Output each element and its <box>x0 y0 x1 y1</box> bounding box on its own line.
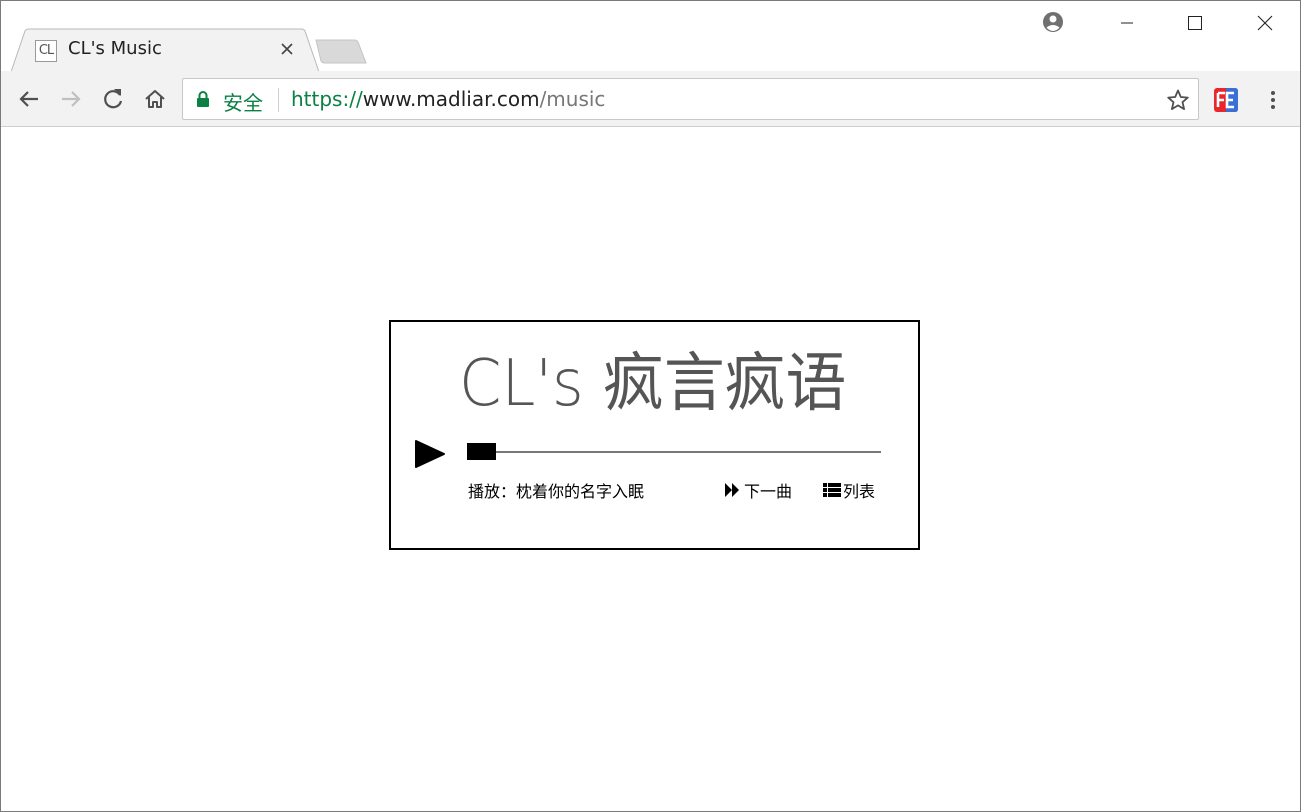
next-track-label: 下一曲 <box>744 482 793 501</box>
window-maximize-button[interactable] <box>1161 1 1229 45</box>
url-path: /music <box>539 87 606 111</box>
secure-label[interactable]: 安全 <box>223 87 263 116</box>
tab-favicon: CL <box>35 40 57 62</box>
new-tab-button[interactable] <box>313 39 369 65</box>
maximize-icon <box>1188 16 1202 30</box>
omnibox-separator <box>278 88 279 112</box>
music-player: CL's 疯言疯语 播放：枕着你的名字入眠 下一曲 列表 <box>389 320 920 550</box>
browser-toolbar: 安全 https://www.madliar.com/music <box>1 71 1300 127</box>
arrow-right-icon[interactable] <box>57 85 85 113</box>
url-host: www.madliar.com <box>362 87 540 111</box>
window-minimize-button[interactable] <box>1093 1 1161 45</box>
list-icon <box>823 483 841 497</box>
star-icon[interactable] <box>1166 88 1190 112</box>
url-scheme: https:// <box>291 87 363 111</box>
play-icon[interactable] <box>415 439 445 469</box>
player-title: CL's 疯言疯语 <box>459 347 847 421</box>
home-icon[interactable] <box>141 85 169 113</box>
tab-close-button[interactable] <box>277 40 297 60</box>
close-icon <box>281 43 293 55</box>
minimize-icon <box>1121 22 1133 24</box>
window-close-button[interactable] <box>1231 1 1299 45</box>
address-bar[interactable]: 安全 https://www.madliar.com/music <box>182 78 1199 120</box>
page-viewport: CL's 疯言疯语 播放：枕着你的名字入眠 下一曲 列表 <box>1 127 1300 811</box>
tab-cls-music[interactable]: CL CL's Music <box>11 28 321 72</box>
reload-icon[interactable] <box>99 85 127 113</box>
progress-thumb[interactable] <box>467 443 496 460</box>
profile-icon[interactable] <box>1042 11 1064 33</box>
progress-track[interactable] <box>467 451 881 453</box>
close-icon <box>1257 15 1273 31</box>
fe-extension-icon[interactable] <box>1214 88 1238 112</box>
now-playing-text: 播放：枕着你的名字入眠 <box>468 482 645 501</box>
tab-title: CL's Music <box>68 38 162 59</box>
arrow-left-icon[interactable] <box>15 85 43 113</box>
playlist-label: 列表 <box>843 482 876 501</box>
url-text[interactable]: https://www.madliar.com/music <box>291 87 605 111</box>
fast-forward-icon <box>725 483 739 497</box>
lock-icon[interactable] <box>196 91 210 108</box>
browser-window: CL CL's Music 安全 https://www.madliar.com… <box>0 0 1301 812</box>
tab-strip: CL CL's Music <box>1 1 1300 72</box>
next-track-button[interactable]: 下一曲 <box>725 478 792 502</box>
playlist-button[interactable]: 列表 <box>823 478 875 502</box>
tab-background <box>11 28 320 72</box>
kebab-menu-icon[interactable] <box>1263 88 1283 112</box>
